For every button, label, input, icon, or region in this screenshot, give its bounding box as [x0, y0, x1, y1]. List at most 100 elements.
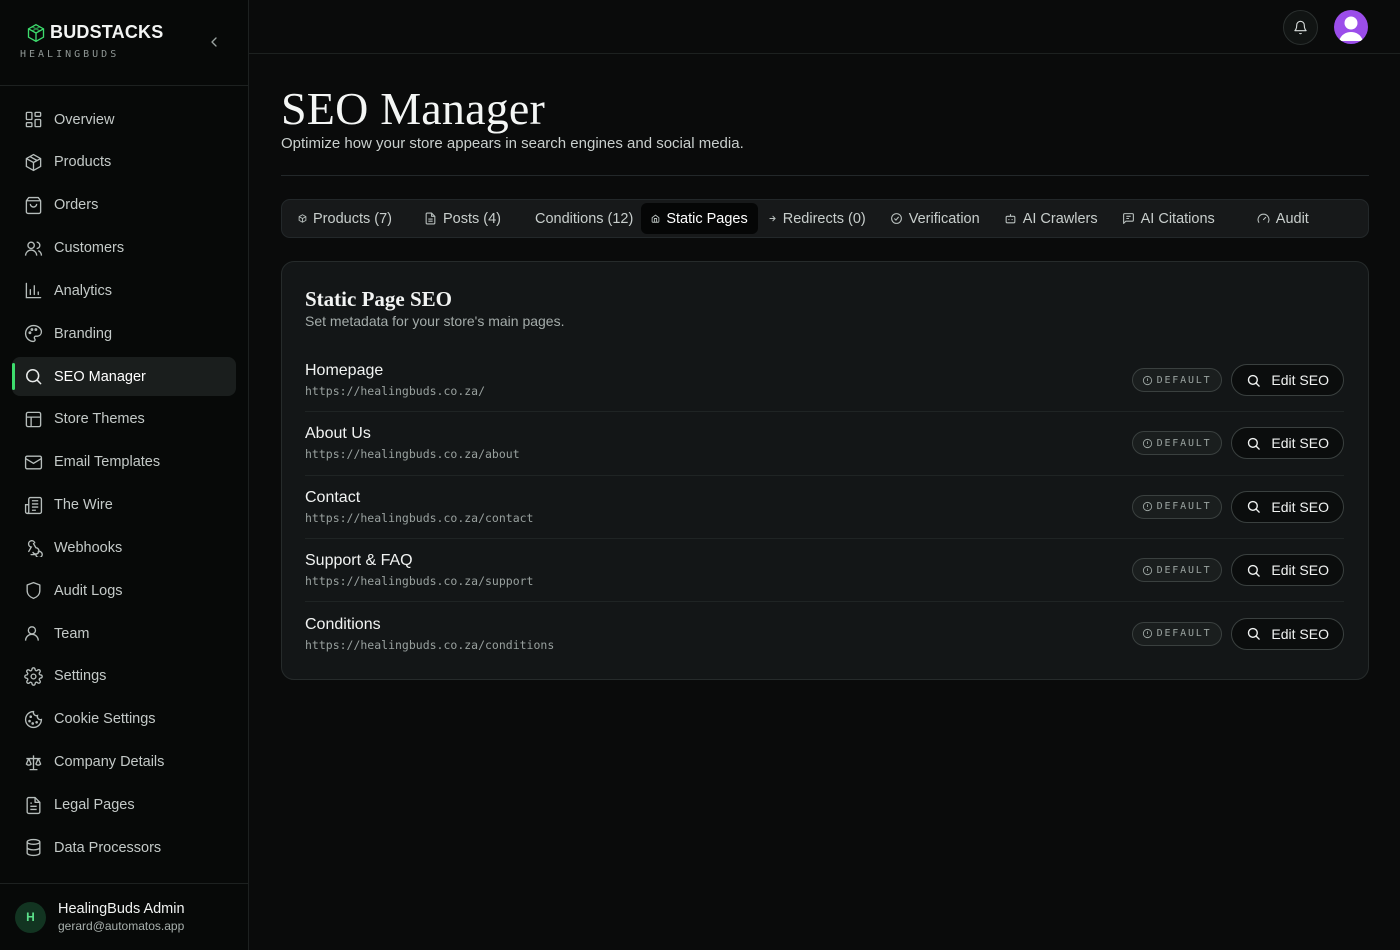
button-label: Edit SEO [1271, 498, 1329, 515]
sidebar-item-label: Data Processors [54, 839, 162, 856]
sidebar-item-label: Products [54, 154, 112, 171]
webhook-icon [27, 540, 43, 558]
tab-verification[interactable]: Verification [880, 203, 990, 234]
layout-dashboard-icon [25, 111, 42, 128]
sidebar-item-data-processors[interactable]: Data Processors [12, 828, 236, 867]
check-circle-icon [890, 213, 902, 224]
page-subtitle: Optimize how your store appears in searc… [281, 135, 744, 152]
tab-label: Audit [1275, 210, 1309, 227]
user-avatar-icon [1339, 16, 1363, 41]
search-icon [1248, 501, 1261, 514]
edit-seo-button[interactable]: Edit SEO [1231, 427, 1344, 460]
sidebar-item-company-details[interactable]: Company Details [12, 743, 236, 782]
avatar: H [15, 901, 46, 933]
sidebar-item-label: The Wire [54, 497, 113, 514]
sidebar-item-label: Customers [54, 240, 125, 257]
page-name: Homepage [305, 362, 384, 380]
search-icon [26, 369, 42, 385]
divider [281, 175, 1369, 176]
tab-label: AI Crawlers [1022, 210, 1098, 227]
sidebar-item-products[interactable]: Products [12, 143, 236, 182]
edit-seo-button[interactable]: Edit SEO [1231, 554, 1344, 587]
sidebar-item-store-themes[interactable]: Store Themes [12, 400, 236, 439]
tab-label: Conditions (12) [535, 210, 634, 227]
tab-posts[interactable]: Posts (4) [414, 203, 511, 234]
palette-icon [24, 325, 43, 343]
page-url: https://healingbuds.co.za/about [305, 447, 520, 462]
card-title: Static Page SEO [305, 287, 452, 311]
button-label: Edit SEO [1271, 435, 1329, 452]
list-item: Conditions https://healingbuds.co.za/con… [305, 602, 1344, 665]
user-profile[interactable]: H HealingBuds Admin gerard@automatos.app [0, 883, 248, 950]
sidebar-item-seo-manager[interactable]: SEO Manager [12, 357, 236, 397]
static-page-seo-card: Static Page SEO Set metadata for your st… [281, 261, 1369, 681]
sidebar-item-webhooks[interactable]: Webhooks [12, 528, 236, 567]
edit-seo-button[interactable]: Edit SEO [1231, 490, 1344, 523]
sidebar-item-customers[interactable]: Customers [12, 229, 236, 268]
seo-tabs: Products (7) Posts (4) Conditions (12) S… [281, 199, 1369, 238]
sidebar-item-the-wire[interactable]: The Wire [12, 486, 236, 525]
sidebar-item-legal-pages[interactable]: Legal Pages [12, 786, 236, 825]
package-icon [25, 153, 42, 171]
sidebar-item-label: Branding [54, 325, 113, 342]
badge-label: DEFAULT [1156, 374, 1212, 386]
page-url: https://healingbuds.co.za/ [305, 384, 486, 399]
notifications-button[interactable] [1283, 10, 1318, 45]
sidebar-item-label: Overview [54, 111, 115, 128]
cube-logo-icon [27, 23, 45, 42]
profile-avatar-button[interactable] [1334, 10, 1368, 44]
newspaper-icon [24, 496, 43, 514]
sidebar-item-overview[interactable]: Overview [12, 100, 236, 139]
chevron-left-icon[interactable] [206, 34, 222, 50]
static-pages-list: Homepage https://healingbuds.co.za/ DEFA… [305, 349, 1344, 665]
list-item: Support & FAQ https://healingbuds.co.za/… [305, 539, 1344, 603]
tab-ai-crawlers[interactable]: AI Crawlers [994, 203, 1108, 234]
page-url: https://healingbuds.co.za/conditions [305, 637, 555, 652]
tab-products[interactable]: Products (7) [288, 203, 402, 234]
users-icon [24, 241, 43, 256]
sidebar-item-team[interactable]: Team [12, 614, 236, 653]
page-name: Contact [305, 488, 361, 506]
sidebar-item-label: Legal Pages [54, 797, 135, 813]
edit-seo-button[interactable]: Edit SEO [1231, 364, 1344, 397]
sidebar-item-label: Settings [54, 668, 107, 685]
tab-redirects[interactable]: Redirects (0) [758, 203, 876, 234]
sidebar-item-branding[interactable]: Branding [12, 314, 236, 353]
badge-label: DEFAULT [1156, 437, 1212, 449]
edit-seo-button[interactable]: Edit SEO [1231, 617, 1344, 650]
sidebar-item-orders[interactable]: Orders [12, 186, 236, 225]
info-circle-icon [1142, 502, 1152, 512]
mail-icon [24, 455, 43, 470]
sidebar-item-label: Company Details [54, 754, 165, 771]
tab-label: Verification [908, 210, 980, 227]
badge-label: DEFAULT [1156, 564, 1212, 576]
tab-static-pages[interactable]: Static Pages [641, 203, 758, 234]
tab-label: Redirects (0) [782, 210, 866, 227]
default-badge: DEFAULT [1131, 368, 1223, 393]
topbar [249, 0, 1400, 54]
tab-ai-citations[interactable]: AI Citations [1112, 203, 1225, 234]
brand-name: BUDSTACKS [50, 22, 164, 42]
gear-icon [24, 667, 43, 686]
sidebar-item-email-templates[interactable]: Email Templates [12, 443, 236, 482]
info-circle-icon [1142, 629, 1152, 639]
page-title: SEO Manager [281, 83, 546, 134]
list-item: Contact https://healingbuds.co.za/contac… [305, 476, 1344, 539]
search-icon [1248, 628, 1261, 641]
page-name: About Us [305, 425, 371, 443]
layout-template-icon [25, 411, 42, 428]
arrow-right-icon [769, 215, 776, 222]
sidebar-item-audit-logs[interactable]: Audit Logs [12, 571, 236, 610]
tab-conditions[interactable]: Conditions (12) [525, 203, 643, 234]
search-icon [1248, 374, 1261, 387]
sidebar-item-settings[interactable]: Settings [12, 657, 236, 696]
sidebar-item-cookie-settings[interactable]: Cookie Settings [12, 700, 236, 739]
sidebar-nav: Overview Products Orders Customers Analy… [0, 86, 248, 867]
tab-audit[interactable]: Audit [1247, 203, 1319, 234]
page-url: https://healingbuds.co.za/contact [305, 510, 534, 525]
file-text-icon [425, 212, 436, 225]
button-label: Edit SEO [1271, 562, 1329, 579]
page-name: Support & FAQ [305, 552, 413, 570]
sidebar-item-analytics[interactable]: Analytics [12, 271, 236, 310]
sidebar-item-label: Team [54, 625, 90, 642]
